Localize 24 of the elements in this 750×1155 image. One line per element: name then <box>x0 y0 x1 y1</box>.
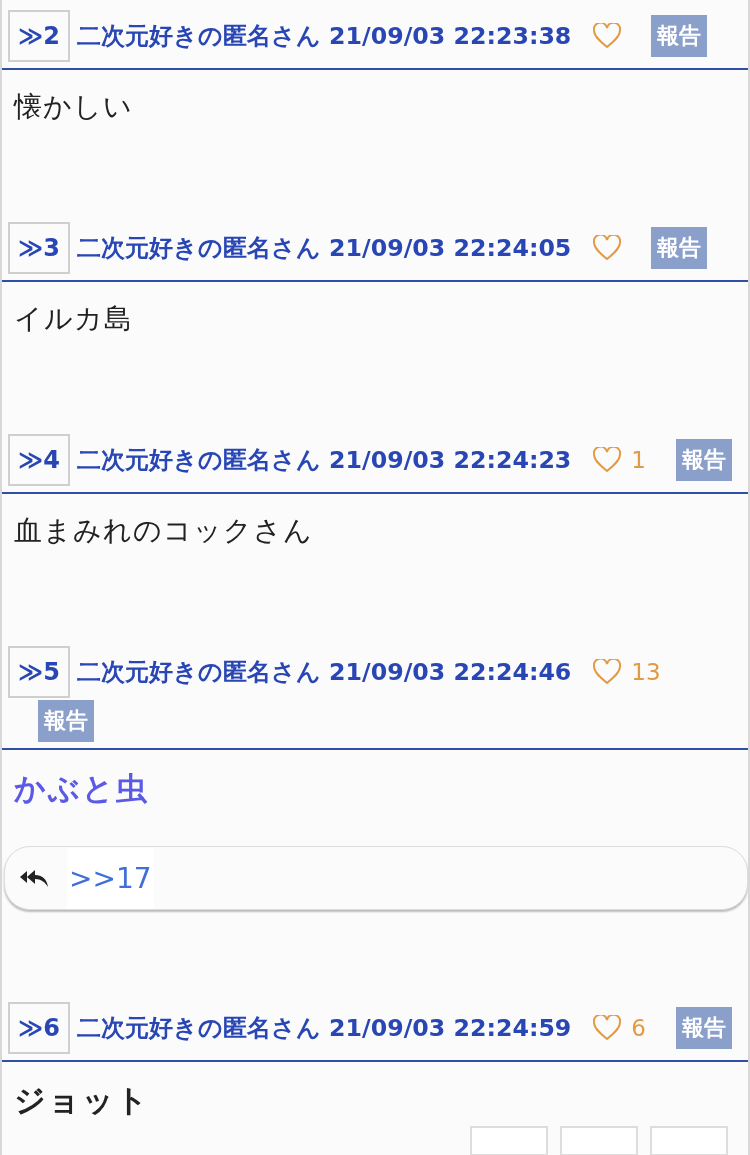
post-number-link[interactable]: ≫6 <box>8 1002 70 1054</box>
like-button[interactable]: 1 <box>593 447 646 473</box>
post-text: ジョット <box>14 1081 151 1120</box>
post-text: 懐かしい <box>14 89 134 125</box>
like-button[interactable]: 6 <box>593 1015 646 1041</box>
post-text: 血まみれのコックさん <box>14 513 314 549</box>
report-button[interactable]: 報告 <box>676 1007 732 1049</box>
report-button[interactable]: 報告 <box>651 227 708 269</box>
post-text: かぶと虫 <box>14 769 150 808</box>
reply-link[interactable]: >>17 <box>67 847 154 909</box>
post-number-link[interactable]: ≫4 <box>8 434 70 486</box>
post-number-link[interactable]: ≫5 <box>8 646 70 698</box>
post-number-link[interactable]: ≫3 <box>8 222 70 274</box>
post-number-link[interactable]: ≫2 <box>8 10 70 62</box>
post-author-date: 二次元好きの匿名さん 21/09/03 22:24:59 <box>76 1013 572 1044</box>
post-author-date: 二次元好きの匿名さん 21/09/03 22:24:23 <box>76 445 572 476</box>
report-button[interactable]: 報告 <box>651 15 708 57</box>
post-author-date: 二次元好きの匿名さん 21/09/03 22:24:46 <box>76 657 572 688</box>
report-button[interactable]: 報告 <box>38 700 94 742</box>
report-button[interactable]: 報告 <box>676 439 732 481</box>
post-text: イルカ島 <box>14 301 134 337</box>
like-button[interactable]: 13 <box>593 659 661 685</box>
post-author-date: 二次元好きの匿名さん 21/09/03 22:24:05 <box>76 233 572 264</box>
post-author-date: 二次元好きの匿名さん 21/09/03 22:23:38 <box>76 21 572 52</box>
